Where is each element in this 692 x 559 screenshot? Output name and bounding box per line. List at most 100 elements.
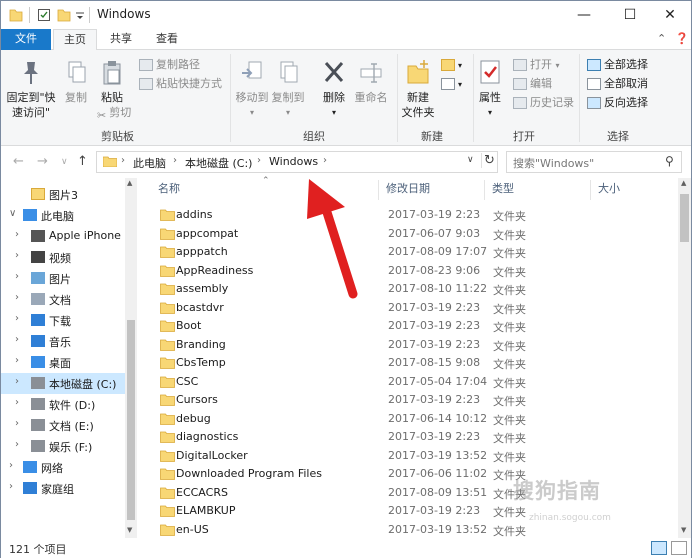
copy-button[interactable]: 复制 <box>61 58 91 105</box>
chevron-right-icon[interactable]: › <box>257 155 261 166</box>
chevron-right-icon[interactable]: › <box>173 155 177 166</box>
scroll-down-icon[interactable]: ▼ <box>681 526 686 534</box>
chevron-right-icon[interactable]: › <box>9 460 13 471</box>
large-icons-view-icon[interactable] <box>671 541 687 555</box>
chevron-up-icon[interactable]: ⌃ <box>657 32 666 45</box>
select-all-button[interactable]: 全部选择 <box>587 56 648 74</box>
file-row[interactable]: Boot 2017-03-19 2:23 文件夹 <box>152 317 672 336</box>
chevron-right-icon[interactable]: › <box>15 271 19 282</box>
forward-arrow-icon[interactable]: → <box>37 154 48 169</box>
nav-scrollbar[interactable]: ▲ ▼ <box>125 178 137 538</box>
minimize-button[interactable]: — <box>561 1 607 29</box>
edit-button[interactable]: 编辑 <box>513 75 552 93</box>
breadcrumb-windows[interactable]: Windows <box>269 155 318 168</box>
column-header-size[interactable]: 大小 <box>598 178 620 202</box>
search-box[interactable]: 搜索"Windows" ⚲ <box>506 151 682 173</box>
paste-button[interactable]: 粘贴 <box>97 58 127 105</box>
rename-button[interactable]: 重命名 <box>353 58 389 105</box>
breadcrumb-this-pc[interactable]: 此电脑 <box>133 155 166 171</box>
column-header-name[interactable]: 名称 <box>158 178 180 202</box>
nav-item[interactable]: › 网络 <box>1 457 125 478</box>
file-row[interactable]: debug 2017-06-14 10:12 文件夹 <box>152 410 672 429</box>
move-to-button[interactable]: 移动到 ▾ <box>235 58 269 120</box>
new-folder-button[interactable]: 新建 文件夹 <box>401 58 435 120</box>
chevron-down-icon[interactable]: ∨ <box>9 208 16 219</box>
file-row[interactable]: appcompat 2017-06-07 9:03 文件夹 <box>152 225 672 244</box>
file-row[interactable]: addins 2017-03-19 2:23 文件夹 <box>152 206 672 225</box>
chevron-right-icon[interactable]: › <box>15 292 19 303</box>
scroll-up-icon[interactable]: ▲ <box>127 179 132 187</box>
file-row[interactable]: apppatch 2017-08-09 17:07 文件夹 <box>152 243 672 262</box>
chevron-right-icon[interactable]: › <box>15 439 19 450</box>
nav-item[interactable]: 图片3 <box>1 184 125 205</box>
chevron-right-icon[interactable]: › <box>15 250 19 261</box>
delete-button[interactable]: 删除 ▾ <box>319 58 349 120</box>
copy-path-button[interactable]: 复制路径 <box>139 56 200 74</box>
file-row[interactable]: bcastdvr 2017-03-19 2:23 文件夹 <box>152 299 672 318</box>
new-folder-icon[interactable] <box>57 7 71 23</box>
customize-quick-access-icon[interactable] <box>75 7 85 23</box>
recent-locations-chevron-icon[interactable]: ∨ <box>61 157 68 167</box>
search-icon[interactable]: ⚲ <box>665 154 674 168</box>
properties-icon[interactable] <box>37 7 51 23</box>
nav-item[interactable]: › 文档 <box>1 289 125 310</box>
chevron-right-icon[interactable]: › <box>15 229 19 240</box>
chevron-right-icon[interactable]: › <box>121 155 125 166</box>
file-row[interactable]: CbsTemp 2017-08-15 9:08 文件夹 <box>152 354 672 373</box>
back-arrow-icon[interactable]: ← <box>13 154 24 169</box>
scrollbar-thumb[interactable] <box>680 194 689 242</box>
folder-icon[interactable] <box>9 7 23 23</box>
nav-item[interactable]: › 下载 <box>1 310 125 331</box>
chevron-right-icon[interactable]: › <box>15 355 19 366</box>
column-header-type[interactable]: 类型 <box>492 178 514 202</box>
tab-home[interactable]: 主页 <box>53 29 97 51</box>
nav-item[interactable]: › 软件 (D:) <box>1 394 125 415</box>
scroll-up-icon[interactable]: ▲ <box>681 179 686 187</box>
column-divider[interactable] <box>378 180 379 200</box>
address-bar[interactable]: › 此电脑 › 本地磁盘 (C:) › Windows › ∨ ↻ <box>96 151 498 173</box>
new-item-button[interactable]: ▾ <box>441 56 462 74</box>
up-arrow-icon[interactable]: ↑ <box>77 154 88 169</box>
column-divider[interactable] <box>484 180 485 200</box>
history-button[interactable]: 历史记录 <box>513 94 574 112</box>
breadcrumb-local-disk-c[interactable]: 本地磁盘 (C:) <box>185 155 252 171</box>
chevron-right-icon[interactable]: › <box>15 313 19 324</box>
file-row[interactable]: AppReadiness 2017-08-23 9:06 文件夹 <box>152 262 672 281</box>
nav-item[interactable]: › 娱乐 (F:) <box>1 436 125 457</box>
details-view-icon[interactable] <box>651 541 667 555</box>
easy-access-button[interactable]: ▾ <box>441 75 462 93</box>
help-icon[interactable]: ❓ <box>675 32 689 45</box>
chevron-right-icon[interactable]: › <box>15 397 19 408</box>
file-row[interactable]: Branding 2017-03-19 2:23 文件夹 <box>152 336 672 355</box>
properties-button[interactable]: 属性 ▾ <box>475 58 505 120</box>
tab-view[interactable]: 查看 <box>147 29 187 50</box>
tab-file[interactable]: 文件 <box>1 29 51 50</box>
nav-item[interactable]: › 桌面 <box>1 352 125 373</box>
refresh-icon[interactable]: ↻ <box>481 153 497 168</box>
open-button[interactable]: 打开 ▾ <box>513 56 560 74</box>
nav-item[interactable]: › 本地磁盘 (C:) <box>1 373 125 394</box>
file-row[interactable]: en-US 2017-03-19 13:52 文件夹 <box>152 521 672 540</box>
file-row[interactable]: assembly 2017-08-10 11:22 文件夹 <box>152 280 672 299</box>
column-divider[interactable] <box>590 180 591 200</box>
nav-item[interactable]: › 图片 <box>1 268 125 289</box>
file-list-scrollbar[interactable]: ▲ ▼ <box>678 178 691 538</box>
select-none-button[interactable]: 全部取消 <box>587 75 648 93</box>
chevron-right-icon[interactable]: › <box>15 334 19 345</box>
file-row[interactable]: CSC 2017-05-04 17:04 文件夹 <box>152 373 672 392</box>
paste-shortcut-button[interactable]: 粘贴快捷方式 <box>139 75 222 93</box>
chevron-right-icon[interactable]: › <box>323 155 327 166</box>
pin-quick-access-button[interactable]: 固定到"快速访问" <box>5 58 57 120</box>
chevron-right-icon[interactable]: › <box>9 481 13 492</box>
nav-item[interactable]: › 家庭组 <box>1 478 125 499</box>
nav-item[interactable]: › 文档 (E:) <box>1 415 125 436</box>
tab-share[interactable]: 共享 <box>101 29 141 50</box>
close-button[interactable]: ✕ <box>647 1 692 29</box>
scroll-down-icon[interactable]: ▼ <box>127 526 132 534</box>
nav-item[interactable]: › 音乐 <box>1 331 125 352</box>
column-header-date[interactable]: 修改日期 <box>386 178 430 202</box>
file-row[interactable]: Cursors 2017-03-19 2:23 文件夹 <box>152 391 672 410</box>
chevron-down-icon[interactable]: ∨ <box>467 155 474 165</box>
invert-selection-button[interactable]: 反向选择 <box>587 94 648 112</box>
nav-item[interactable]: › Apple iPhone <box>1 226 125 247</box>
